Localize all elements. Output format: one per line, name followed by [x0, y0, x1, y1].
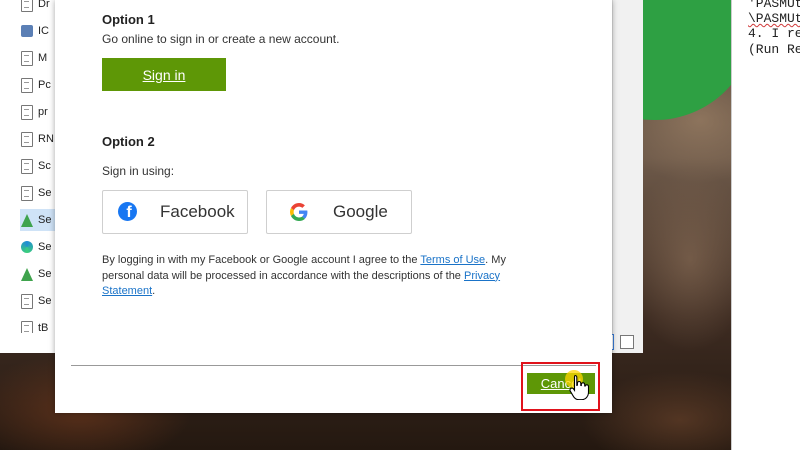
document-icon [20, 104, 33, 120]
option2-description: Sign in using: [102, 164, 175, 178]
edge-icon [20, 240, 33, 255]
file-list-item-label: Sc [38, 160, 51, 172]
file-list-item-label: Se [38, 187, 52, 199]
app-icon [20, 24, 33, 39]
file-list-item[interactable]: Se [20, 182, 60, 204]
facebook-sign-in-button[interactable]: f Facebook [102, 190, 248, 234]
google-icon [290, 203, 308, 221]
facebook-icon: f [118, 202, 137, 221]
terms-of-use-link[interactable]: Terms of Use [420, 254, 485, 266]
file-list-item[interactable]: Sc [20, 155, 60, 177]
file-list-item[interactable]: Se [20, 236, 60, 258]
file-list-item-label: Pc [38, 79, 51, 91]
document-icon [20, 77, 33, 93]
file-explorer-footer [0, 333, 56, 353]
file-list-item[interactable]: Pc [20, 74, 60, 96]
editor-line: (Run Re [748, 42, 800, 57]
file-list-item[interactable]: pr [20, 101, 60, 123]
file-list-item-label: M [38, 52, 48, 64]
document-icon [20, 50, 33, 66]
hand-cursor-icon [569, 374, 589, 400]
editor-line: \PASMUt [748, 11, 800, 26]
google-button-label: Google [333, 202, 388, 221]
background-window-edge [612, 0, 643, 353]
file-list-item-label: pr [38, 106, 48, 118]
file-list-item[interactable]: Se [20, 290, 60, 312]
document-icon [20, 185, 33, 201]
file-list-item-label: Se [38, 268, 52, 280]
sign-in-dialog: Option 1 Go online to sign in or create … [55, 0, 612, 413]
file-list-item-label: IC [38, 25, 49, 37]
background-window-resize-icon [620, 335, 634, 349]
tree-icon [20, 213, 33, 228]
facebook-button-label: Facebook [160, 202, 235, 221]
file-explorer-list: Dr IC M Pc pr RN Sc Se Se Se Se Se tB [0, 0, 61, 336]
document-icon [20, 293, 33, 309]
file-list-item-label: Se [38, 214, 52, 226]
legal-notice: By logging in with my Facebook or Google… [102, 253, 542, 300]
document-icon [20, 131, 33, 147]
legal-text: By logging in with my Facebook or Google… [102, 254, 421, 266]
file-list-item[interactable]: RN [20, 128, 60, 150]
file-list-item[interactable]: IC [20, 20, 60, 42]
file-list-item-label: Se [38, 241, 52, 253]
option1-heading: Option 1 [102, 12, 155, 27]
file-list-item[interactable]: M [20, 47, 60, 69]
file-list-item[interactable]: Dr [20, 0, 60, 15]
file-list-item-label: RN [38, 133, 54, 145]
option1-description: Go online to sign in or create a new acc… [102, 32, 340, 46]
legal-text: . [152, 285, 156, 297]
file-list-item[interactable]: Se [20, 209, 60, 231]
file-list-item-label: Se [38, 295, 52, 307]
dialog-divider [71, 365, 596, 366]
file-list-item[interactable]: Se [20, 263, 60, 285]
google-sign-in-button[interactable]: Google [266, 190, 412, 234]
option2-heading: Option 2 [102, 134, 155, 149]
tree-icon [20, 267, 33, 282]
file-list-item-label: Dr [38, 0, 50, 10]
document-icon [20, 158, 33, 174]
sign-in-button[interactable]: Sign in [102, 58, 226, 91]
document-icon [20, 0, 33, 12]
editor-line: 4. I re [748, 26, 800, 41]
text-editor[interactable]: 'PASMUt \PASMUt 4. I re (Run Re [731, 0, 800, 450]
